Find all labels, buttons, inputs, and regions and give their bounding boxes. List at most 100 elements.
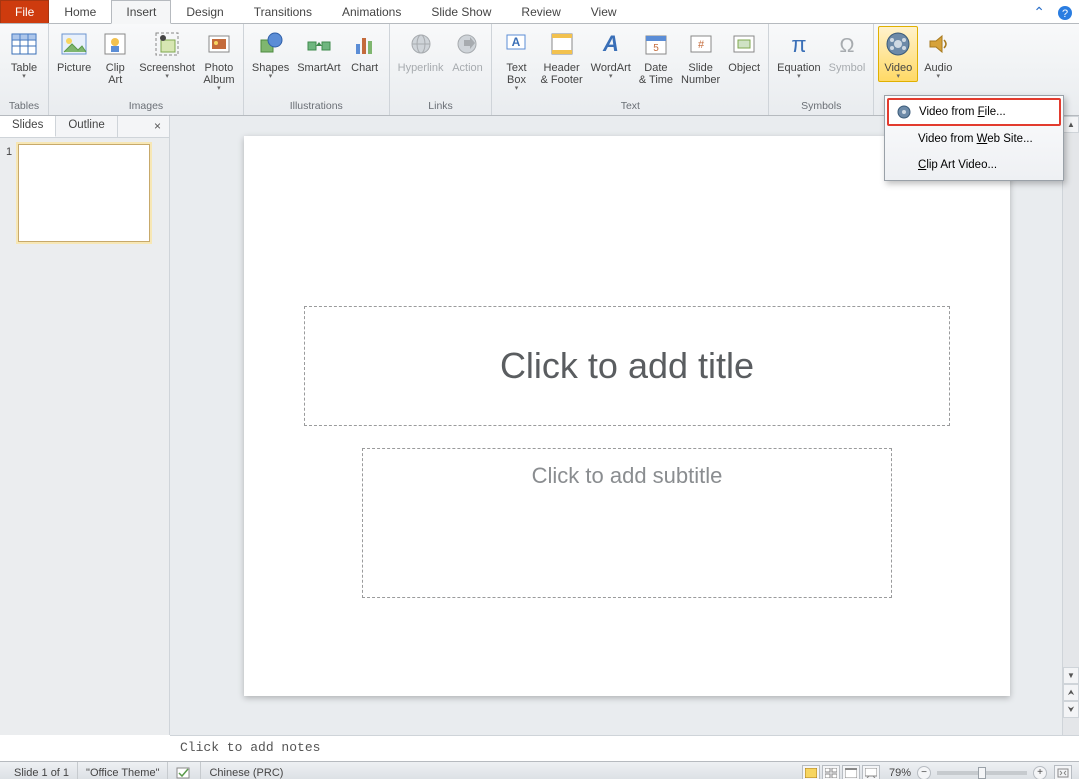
zoom-in-button[interactable]: +: [1033, 766, 1047, 779]
view-normal-button[interactable]: [802, 765, 820, 779]
group-illustrations: Shapes ▾ SmartArt Chart Illustrations: [244, 24, 390, 115]
textbox-icon: A: [500, 28, 532, 60]
chevron-down-icon: ▾: [165, 74, 169, 80]
wordart-button[interactable]: A WordArt ▾: [587, 26, 635, 82]
prev-slide-button[interactable]: ⮝: [1063, 684, 1079, 701]
thumbnail-row[interactable]: 1: [6, 144, 163, 242]
group-text: A Text Box ▾ Header & Footer A WordArt ▾…: [492, 24, 769, 115]
view-sorter-button[interactable]: [822, 765, 840, 779]
file-tab[interactable]: File: [0, 0, 49, 23]
slide-thumbnail-1[interactable]: [18, 144, 150, 242]
chevron-down-icon: ▾: [609, 74, 613, 80]
zoom-percent[interactable]: 79%: [889, 767, 911, 779]
chevron-down-icon: ▾: [937, 74, 941, 80]
clipart-button[interactable]: Clip Art: [95, 26, 135, 88]
tab-transitions[interactable]: Transitions: [239, 0, 327, 23]
view-slideshow-button[interactable]: [862, 765, 880, 779]
clipart-label: Clip Art: [106, 62, 125, 86]
slidenumber-label: Slide Number: [681, 62, 720, 86]
symbol-icon: Ω: [831, 28, 863, 60]
ribbon-minimize-caret[interactable]: ⌃: [1027, 2, 1051, 23]
tab-slideshow[interactable]: Slide Show: [416, 0, 506, 23]
group-links-label: Links: [394, 98, 488, 115]
zoom-slider[interactable]: [937, 771, 1027, 775]
tab-review[interactable]: Review: [506, 0, 575, 23]
equation-icon: π: [783, 28, 815, 60]
action-icon: [451, 28, 483, 60]
zoom-out-button[interactable]: −: [917, 766, 931, 779]
status-slide-number[interactable]: Slide 1 of 1: [6, 762, 78, 779]
status-bar: Slide 1 of 1 "Office Theme" Chinese (PRC…: [0, 761, 1079, 779]
view-reading-button[interactable]: [842, 765, 860, 779]
photoalbum-label: Photo Album: [203, 62, 234, 86]
textbox-button[interactable]: A Text Box ▾: [496, 26, 536, 94]
datetime-button[interactable]: 5 Date & Time: [635, 26, 677, 88]
smartart-button[interactable]: SmartArt: [293, 26, 344, 76]
symbol-label: Symbol: [829, 62, 866, 74]
group-tables-label: Tables: [4, 98, 44, 115]
title-placeholder[interactable]: Click to add title: [304, 306, 950, 426]
group-images-label: Images: [53, 98, 239, 115]
equation-button[interactable]: π Equation ▾: [773, 26, 824, 82]
chart-label: Chart: [351, 62, 378, 74]
smartart-label: SmartArt: [297, 62, 340, 74]
chevron-down-icon: ▾: [797, 74, 801, 80]
subtitle-placeholder[interactable]: Click to add subtitle: [362, 448, 892, 598]
vertical-scrollbar[interactable]: ▲ ▼ ⮝ ⮟: [1062, 116, 1079, 735]
screenshot-button[interactable]: Screenshot ▾: [135, 26, 199, 82]
picture-button[interactable]: Picture: [53, 26, 95, 76]
status-spellcheck[interactable]: [168, 762, 201, 779]
menu-video-from-web[interactable]: Video from Web Site...: [887, 126, 1061, 152]
headerfooter-button[interactable]: Header & Footer: [536, 26, 586, 88]
hyperlink-icon: [405, 28, 437, 60]
textbox-label: Text Box: [506, 62, 526, 86]
tab-design[interactable]: Design: [171, 0, 238, 23]
scroll-up-arrow-icon[interactable]: ▲: [1063, 116, 1079, 133]
tab-slides[interactable]: Slides: [0, 116, 56, 137]
tab-home[interactable]: Home: [49, 0, 111, 23]
menu-video-from-file[interactable]: Video from File...: [887, 98, 1061, 126]
tab-animations[interactable]: Animations: [327, 0, 416, 23]
fit-to-window-button[interactable]: [1054, 765, 1072, 779]
table-button[interactable]: Table ▾: [4, 26, 44, 82]
video-button[interactable]: Video ▾: [878, 26, 918, 82]
slide-thumbnails: 1: [0, 138, 169, 735]
shapes-icon: [255, 28, 287, 60]
chevron-down-icon: ▾: [22, 74, 26, 80]
tab-outline[interactable]: Outline: [56, 116, 117, 137]
spellcheck-icon: [176, 766, 192, 779]
slidenumber-button[interactable]: # Slide Number: [677, 26, 724, 88]
help-icon[interactable]: ?: [1051, 3, 1079, 23]
slide-editor: Click to add title Click to add subtitle…: [170, 116, 1079, 735]
tab-view[interactable]: View: [576, 0, 632, 23]
ribbon-tabs: File Home Insert Design Transitions Anim…: [0, 0, 1079, 24]
notes-pane[interactable]: Click to add notes: [170, 735, 1079, 761]
table-icon: [8, 28, 40, 60]
object-button[interactable]: Object: [724, 26, 764, 76]
headerfooter-label: Header & Footer: [540, 62, 582, 86]
status-theme[interactable]: "Office Theme": [78, 762, 168, 779]
datetime-label: Date & Time: [639, 62, 673, 86]
zoom-slider-knob[interactable]: [978, 767, 986, 779]
audio-button[interactable]: Audio ▾: [918, 26, 958, 82]
group-symbols: π Equation ▾ Ω Symbol Symbols: [769, 24, 874, 115]
group-tables: Table ▾ Tables: [0, 24, 49, 115]
group-text-label: Text: [496, 98, 764, 115]
group-illustrations-label: Illustrations: [248, 98, 385, 115]
video-icon: [882, 28, 914, 60]
shapes-button[interactable]: Shapes ▾: [248, 26, 293, 82]
screenshot-icon: [151, 28, 183, 60]
tab-insert[interactable]: Insert: [111, 0, 171, 24]
audio-icon: [922, 28, 954, 60]
chart-button[interactable]: Chart: [345, 26, 385, 76]
scroll-down-arrow-icon[interactable]: ▼: [1063, 667, 1079, 684]
film-reel-icon: [895, 104, 913, 120]
close-panel-button[interactable]: ×: [146, 116, 169, 137]
menu-clip-art-video[interactable]: Clip Art Video...: [887, 152, 1061, 178]
next-slide-button[interactable]: ⮟: [1063, 701, 1079, 718]
slide-canvas[interactable]: Click to add title Click to add subtitle: [244, 136, 1010, 696]
svg-text:5: 5: [653, 43, 659, 54]
symbol-button: Ω Symbol: [825, 26, 870, 76]
status-language[interactable]: Chinese (PRC): [201, 762, 291, 779]
photoalbum-button[interactable]: Photo Album ▾: [199, 26, 239, 94]
